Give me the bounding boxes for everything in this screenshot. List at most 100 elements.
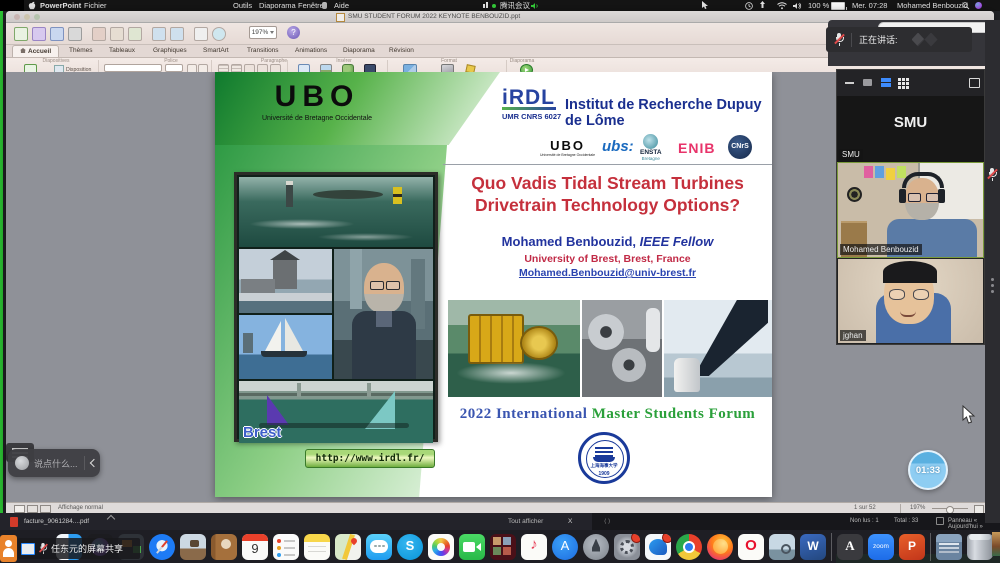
menubar-app-name[interactable]: PowerPoint [40,0,81,11]
video-tile-jghan[interactable]: jghan [837,258,984,344]
clock-menu-icon[interactable] [745,0,753,11]
dock-chrome-icon[interactable] [676,534,702,560]
signal-bars-icon[interactable] [483,0,488,11]
chat-quick-bar[interactable]: 说点什么... [8,449,100,477]
grid-view-icon[interactable] [898,78,901,81]
dock-calendar-icon[interactable]: 9 [242,534,268,560]
panel-icon[interactable] [936,517,944,525]
close-window-button[interactable] [14,14,20,20]
sorter-view-button[interactable] [27,505,38,513]
search-icon[interactable] [962,0,970,11]
list-view-icon[interactable] [881,78,891,82]
dock-messages-icon[interactable] [366,534,392,560]
zoom-window-button[interactable] [34,14,40,20]
tab-revision[interactable]: Révision [382,45,421,56]
dock-trash-icon[interactable] [967,534,993,560]
speaker-view-icon[interactable] [863,79,872,86]
new-document-icon[interactable] [14,27,28,41]
collapse-chat-chevron[interactable] [89,459,97,467]
dock-photo-booth-icon[interactable] [490,534,516,560]
menubar-clock[interactable]: Mer. 07:28 [852,0,887,11]
mail-nav-icons[interactable]: ⟨ ⟩ [604,518,610,525]
speaker-icon[interactable] [531,0,539,11]
pointer-menu-icon[interactable] [702,0,709,11]
format-page-icon[interactable] [194,27,208,41]
dock-firefox-icon[interactable] [707,534,733,560]
dock-acrobat-icon[interactable]: A [837,534,863,560]
copy-icon[interactable] [110,27,124,41]
tab-smartart[interactable]: SmartArt [196,45,236,56]
undo-icon[interactable] [152,27,166,41]
print-icon[interactable] [68,27,82,41]
tab-tableaux[interactable]: Tableaux [102,45,142,56]
volume-icon[interactable] [793,0,802,11]
dock-reminders-icon[interactable] [273,534,299,560]
emoji-icon[interactable] [15,456,29,470]
gallery-icon[interactable] [32,27,46,41]
menu-fenetre[interactable]: Fenêtre [298,0,324,11]
dock-mail-app-icon[interactable] [645,534,671,560]
slideshow-view-button[interactable] [40,505,51,513]
tab-transitions[interactable]: Transitions [240,45,286,56]
minimize-panel-icon[interactable] [845,82,854,84]
tab-accueil[interactable]: Accueil [12,45,59,57]
meeting-timer[interactable]: 01:33 [908,450,948,490]
toolbar-zoom-select[interactable]: 197% [249,26,277,39]
tab-animations[interactable]: Animations [288,45,334,56]
script-menu-icon[interactable] [322,0,329,11]
dock-contacts-icon[interactable] [211,534,237,560]
tab-diaporama[interactable]: Diaporama [336,45,382,56]
dock-preview-icon[interactable] [769,534,795,560]
dock-safari-icon[interactable] [149,534,175,560]
participant-avatar-icon[interactable] [0,535,17,562]
font-size-select[interactable] [165,64,183,72]
dock-facetime-icon[interactable] [459,534,485,560]
normal-view-button[interactable] [14,505,25,513]
dock-maps-icon[interactable] [335,534,361,560]
popout-icon[interactable] [969,78,980,88]
dock-app-store-icon[interactable]: A [552,534,578,560]
menubar-meeting-app[interactable]: 腾讯会议 [500,0,530,11]
dock-word-icon[interactable]: W [800,534,826,560]
dock-powerpoint-icon[interactable]: P [899,534,925,560]
shared-screen-tile[interactable]: SMU SMU [837,96,984,162]
upload-arrow-icon[interactable] [759,0,766,11]
help-icon[interactable]: ? [287,26,300,39]
font-name-select[interactable] [104,64,162,72]
wifi-icon[interactable] [777,0,787,11]
close-download-bar[interactable]: X [568,518,572,525]
siri-menu-icon[interactable] [975,0,982,11]
dock-downloads-stack-icon[interactable] [936,534,962,560]
apple-menu-icon[interactable] [28,0,36,11]
menu-outils[interactable]: Outils [233,0,252,11]
menubar-user[interactable]: Mohamed Benbouzid [897,0,968,11]
cut-icon[interactable] [92,27,106,41]
dock-system-preferences-icon[interactable] [614,534,640,560]
dock-zoom-icon[interactable]: zoom [868,534,894,560]
dock-skype-icon[interactable]: S [397,534,423,560]
download-expand-chevron[interactable] [108,516,114,524]
irdl-url[interactable]: http://www.irdl.fr/ [305,449,435,468]
dock-photos-icon[interactable] [428,534,454,560]
dock-music-icon[interactable]: ♪ [521,534,547,560]
minimize-window-button[interactable] [24,14,30,20]
dock-notes-icon[interactable] [304,534,330,560]
redo-icon[interactable] [170,27,184,41]
save-icon[interactable] [50,27,64,41]
menu-diaporama[interactable]: Diaporama [259,0,296,11]
dock-opera-icon[interactable]: O [738,534,764,560]
slide[interactable]: UBO Université de Bretagne Occidentale i… [215,72,772,497]
web-icon[interactable] [212,27,226,41]
dock-launchpad-icon[interactable] [583,534,609,560]
slide-email-link[interactable]: Mohamed.Benbouzid@univ-brest.fr [443,267,772,279]
menu-fichier[interactable]: Fichier [84,0,107,11]
tab-graphiques[interactable]: Graphiques [146,45,194,56]
download-file-name[interactable]: facture_9061284....pdf [24,518,89,525]
video-tile-benbouzid[interactable]: Mohamed Benbouzid [837,162,984,258]
show-all-downloads[interactable]: Tout afficher [508,518,543,525]
paste-icon[interactable] [128,27,142,41]
menu-aide[interactable]: Aide [334,0,349,11]
tab-themes[interactable]: Thèmes [62,45,99,56]
dock-image-viewer-icon[interactable] [180,534,206,560]
chat-input-placeholder[interactable]: 说点什么... [34,457,78,470]
